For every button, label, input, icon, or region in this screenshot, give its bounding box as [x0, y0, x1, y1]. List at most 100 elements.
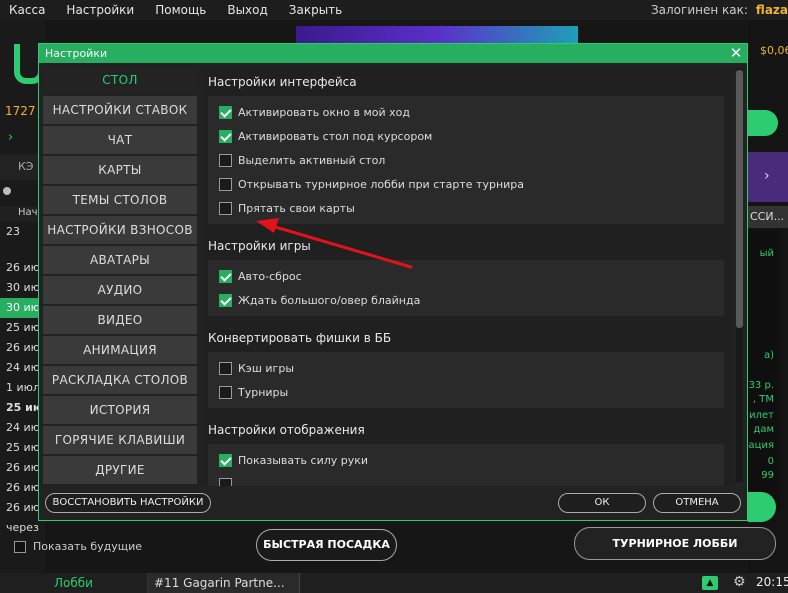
section-title: Настройки интерфейса: [208, 75, 357, 89]
lobby-info-text: , ТМ: [752, 394, 774, 405]
section-box: Авто-сброс Ждать большого/овер блайнда: [208, 260, 724, 316]
cancel-button[interactable]: ОТМЕНА: [653, 493, 741, 513]
show-future-label: Показать будущие: [33, 540, 143, 553]
lobby-info-text: илет: [749, 410, 774, 421]
close-icon[interactable]: ✕: [725, 44, 747, 63]
option-row[interactable]: Активировать стол под курсором: [208, 124, 724, 148]
dialog-footer: ВОССТАНОВИТЬ НАСТРОЙКИ ОК ОТМЕНА: [39, 488, 747, 520]
option-row[interactable]: Ждать большого/овер блайнда: [208, 288, 724, 312]
option-label: Ждать большого/овер блайнда: [238, 293, 421, 307]
show-future-option[interactable]: Показать будущие: [14, 540, 142, 553]
settings-nav-item[interactable]: КАРТЫ: [43, 156, 197, 184]
gear-icon[interactable]: ⚙: [733, 574, 746, 590]
option-checkbox[interactable]: [219, 477, 232, 486]
option-checkbox[interactable]: [219, 177, 232, 191]
section-box: Кэш игры Турниры: [208, 352, 724, 408]
option-checkbox[interactable]: [219, 153, 232, 167]
chevron-right-icon[interactable]: ›: [748, 152, 788, 202]
settings-nav-item[interactable]: ЧАТ: [43, 126, 197, 154]
settings-nav-item[interactable]: ВИДЕО: [43, 306, 197, 334]
lobby-info-text: а): [763, 350, 774, 361]
menu-settings[interactable]: Настройки: [57, 3, 146, 17]
option-checkbox[interactable]: [219, 129, 232, 143]
clock: 20:15: [756, 575, 788, 589]
option-row[interactable]: Показывать силу руки: [208, 448, 724, 472]
lobby-info-text: ый: [759, 248, 774, 259]
show-future-checkbox[interactable]: [14, 540, 26, 553]
settings-nav-item[interactable]: РАСКЛАДКА СТОЛОВ: [43, 366, 197, 394]
option-label: Турниры: [238, 385, 289, 399]
option-row[interactable]: Кэш игры: [208, 356, 724, 380]
ok-button[interactable]: ОК: [558, 493, 646, 513]
quick-seat-button[interactable]: БЫСТРАЯ ПОСАДКА: [256, 529, 397, 561]
settings-nav-item[interactable]: АНИМАЦИЯ: [43, 336, 197, 364]
lobby-info-text: ация: [748, 440, 774, 451]
settings-nav-item[interactable]: НАСТРОЙКИ СТАВОК: [43, 96, 197, 124]
settings-nav-item[interactable]: АУДИО: [43, 276, 197, 304]
lobby-info-text: 33 р.: [748, 380, 774, 391]
promo-banner[interactable]: [296, 26, 578, 44]
option-row[interactable]: Турниры: [208, 380, 724, 404]
option-checkbox[interactable]: [219, 201, 232, 215]
option-row[interactable]: Прятать свои карты: [208, 196, 724, 220]
lobby-row[interactable]: через: [0, 518, 45, 538]
option-row[interactable]: Открывать турнирное лобби при старте тур…: [208, 172, 724, 196]
chevron-right-icon[interactable]: ›: [8, 130, 13, 145]
radio-icon[interactable]: [3, 187, 11, 195]
scrollbar-thumb[interactable]: [736, 70, 743, 328]
section-title: Конвертировать фишки в ББ: [208, 331, 392, 345]
app-window: Касса Настройки Помощь Выход Закрыть Зал…: [0, 0, 788, 593]
lobby-player-count: 1727: [5, 104, 36, 118]
taskbar-lobby-tab[interactable]: Лобби: [0, 573, 148, 593]
menu-close[interactable]: Закрыть: [280, 3, 354, 17]
settings-nav-item[interactable]: НАСТРОЙКИ ВЗНОСОВ: [43, 216, 197, 244]
settings-scrollbar[interactable]: [736, 68, 743, 482]
option-label: Открывать турнирное лобби при старте тур…: [238, 177, 525, 191]
tournament-lobby-button[interactable]: ТУРНИРНОЕ ЛОББИ: [574, 527, 776, 560]
menu-cashier[interactable]: Касса: [0, 3, 57, 17]
option-label: Выделить активный стол: [238, 153, 386, 167]
option-label: Активировать стол под курсором: [238, 129, 433, 143]
option-checkbox[interactable]: [219, 105, 232, 119]
taskbar: Лобби #11 Gagarin Partne... ▲ ⚙ 20:15: [0, 573, 788, 593]
lobby-right-tab[interactable]: ССИ...: [748, 206, 788, 228]
settings-content: Настройки интерфейса Активировать окно в …: [203, 66, 733, 486]
option-row[interactable]: [208, 472, 724, 486]
settings-nav-item[interactable]: ИСТОРИЯ: [43, 396, 197, 424]
menubar: Касса Настройки Помощь Выход Закрыть Зал…: [0, 0, 788, 20]
dialog-title: Настройки: [45, 47, 108, 60]
green-register-button[interactable]: [748, 492, 776, 522]
settings-nav-item[interactable]: ДРУГИЕ: [43, 456, 197, 484]
lobby-info-text: 99: [761, 470, 774, 481]
option-label: Активировать окно в мой ход: [238, 105, 410, 119]
lobby-right-panel: $0,06 › ССИ... ый а) 33 р. , ТМ илет дам ация 0…: [748, 20, 788, 573]
lobby-info-text: дам: [753, 424, 774, 435]
lobby-info-text: 0: [767, 456, 774, 467]
option-checkbox[interactable]: [219, 453, 232, 467]
username: flaza: [755, 3, 788, 17]
settings-dialog: Настройки ✕ СТОЛ НАСТРОЙКИ СТАВОК ЧАТ КАРТЫ…: [38, 43, 748, 521]
section-title: Настройки игры: [208, 239, 311, 253]
option-label: Показывать силу руки: [238, 453, 369, 467]
option-label: Прятать свои карты: [238, 201, 355, 215]
option-checkbox[interactable]: [219, 269, 232, 283]
section-box: Показывать силу руки: [208, 444, 724, 486]
option-checkbox[interactable]: [219, 361, 232, 375]
menu-help[interactable]: Помощь: [146, 3, 218, 17]
option-row[interactable]: Активировать окно в мой ход: [208, 100, 724, 124]
settings-nav-item[interactable]: АВАТАРЫ: [43, 246, 197, 274]
restore-settings-button[interactable]: ВОССТАНОВИТЬ НАСТРОЙКИ: [45, 493, 211, 513]
settings-nav-item[interactable]: ТЕМЫ СТОЛОВ: [43, 186, 197, 214]
option-checkbox[interactable]: [219, 385, 232, 399]
option-row[interactable]: Авто-сброс: [208, 264, 724, 288]
balance: $0,06: [760, 44, 788, 57]
option-checkbox[interactable]: [219, 293, 232, 307]
connection-icon: ▲: [702, 576, 718, 590]
settings-nav-item[interactable]: ГОРЯЧИЕ КЛАВИШИ: [43, 426, 197, 454]
settings-nav-item[interactable]: СТОЛ: [43, 66, 197, 94]
green-action-button[interactable]: [748, 110, 778, 136]
menu-logout[interactable]: Выход: [218, 3, 279, 17]
taskbar-table-tab[interactable]: #11 Gagarin Partne...: [148, 573, 300, 593]
dialog-titlebar[interactable]: Настройки ✕: [39, 44, 747, 63]
option-row[interactable]: Выделить активный стол: [208, 148, 724, 172]
